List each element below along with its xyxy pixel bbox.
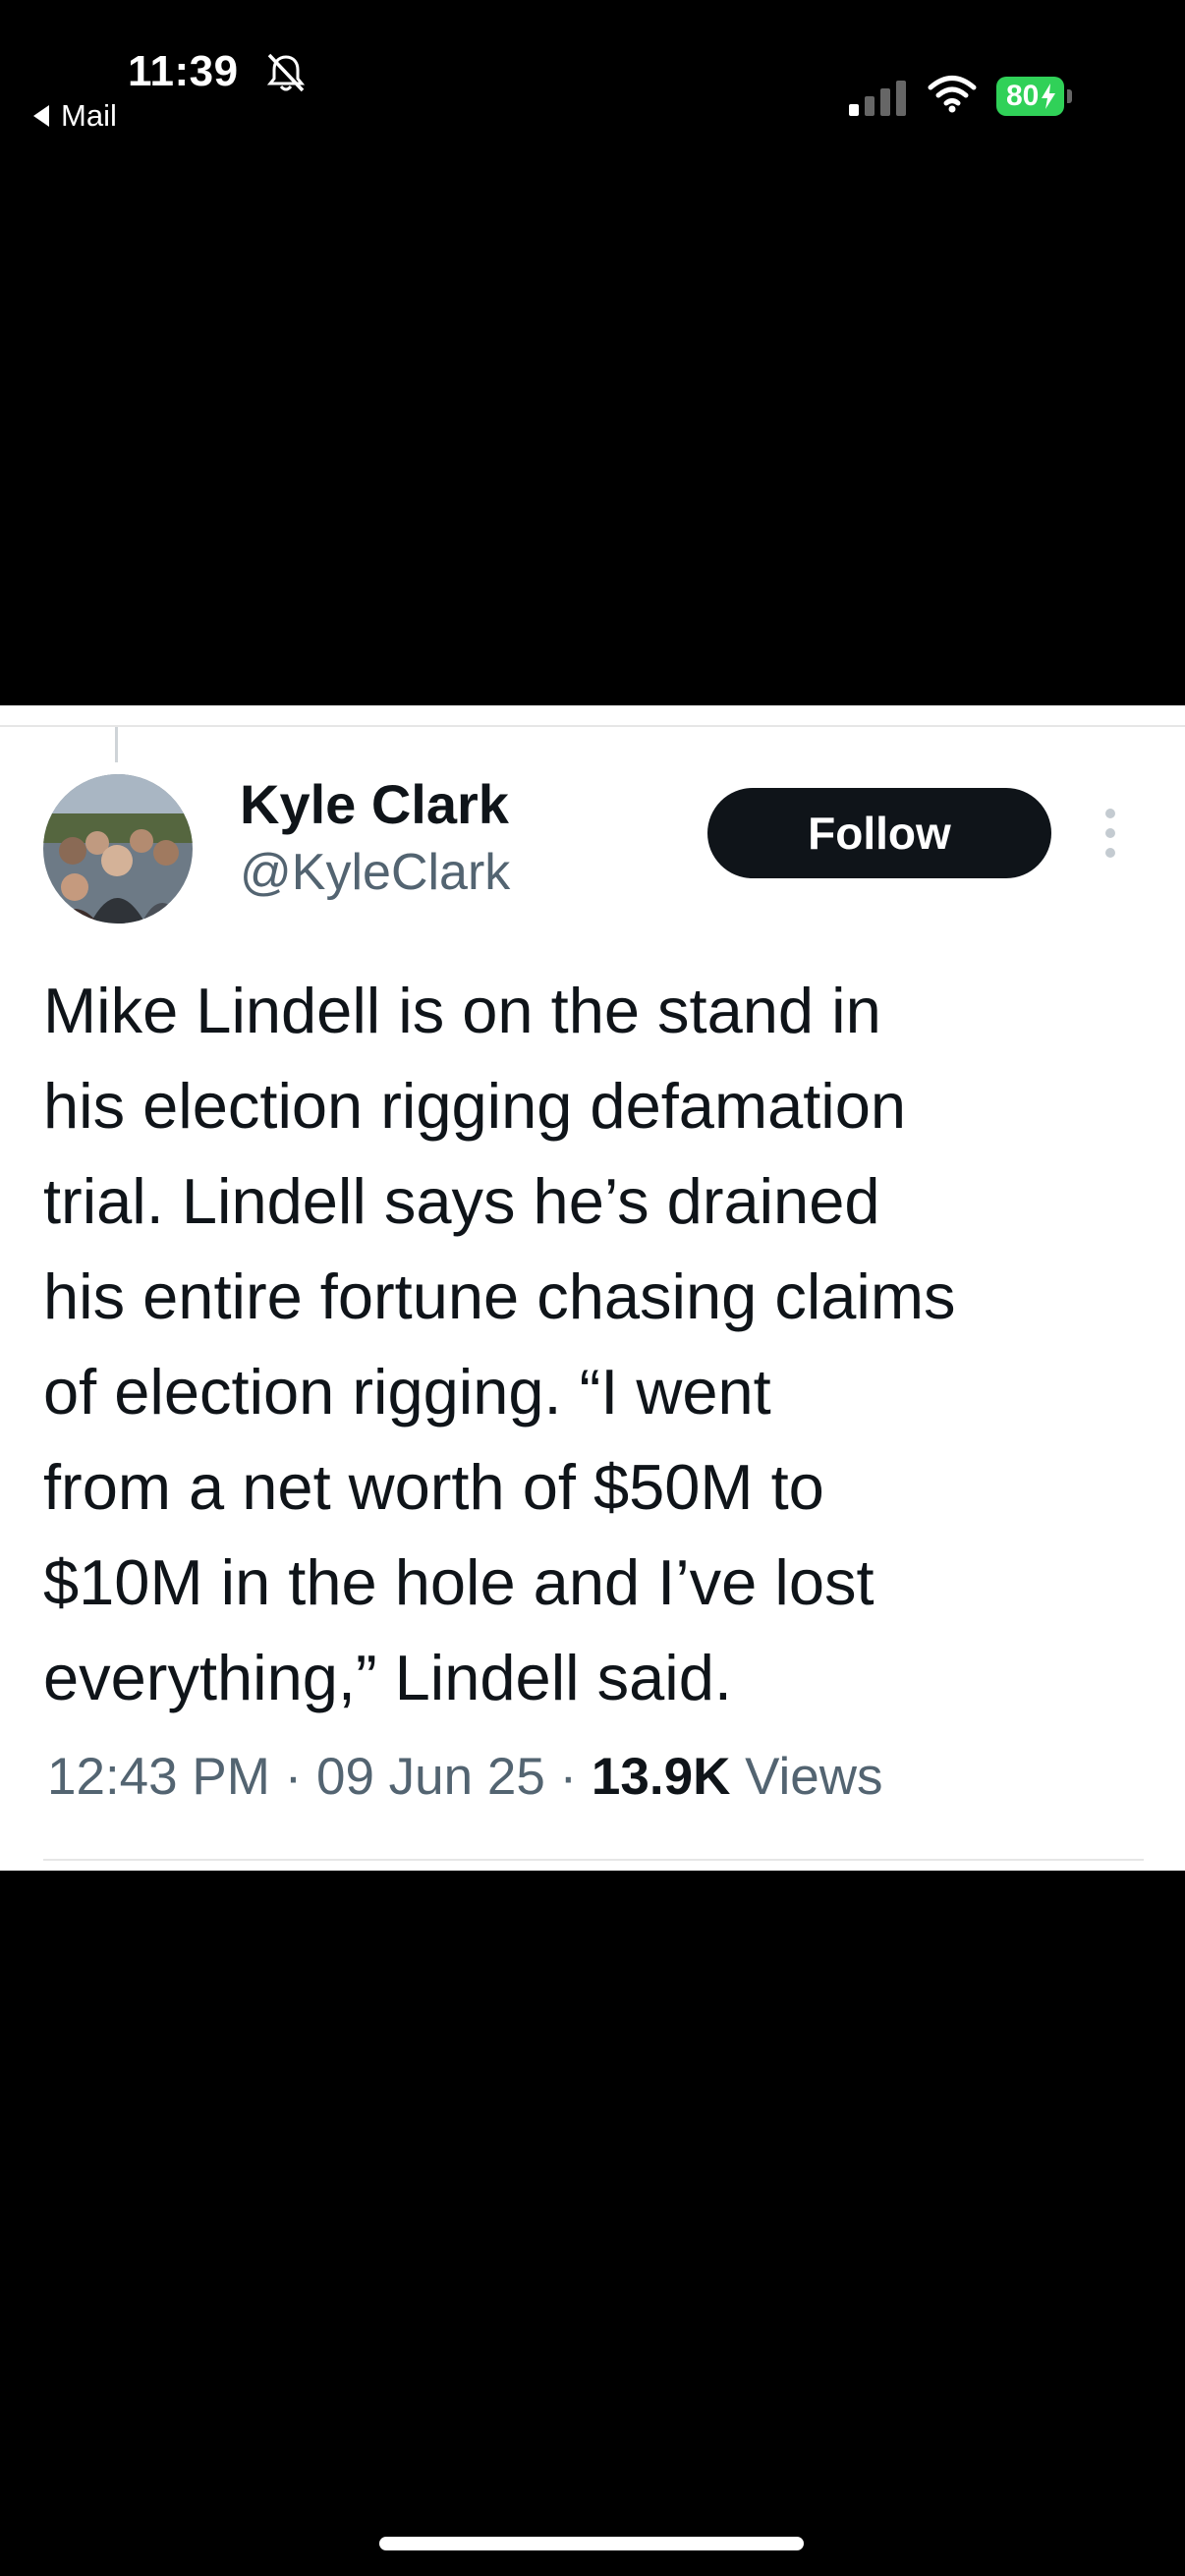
tweet-meta: 12:43 PM · 09 Jun 25 · 13.9K Views	[47, 1747, 883, 1807]
status-time: 11:39	[128, 47, 239, 95]
avatar[interactable]	[43, 774, 193, 924]
battery-indicator: 80	[996, 77, 1073, 116]
user-handle[interactable]: @KyleClark	[240, 843, 510, 902]
battery-level: 80	[1006, 80, 1040, 112]
meta-separator: ·	[284, 1748, 303, 1806]
meta-separator: ·	[559, 1748, 578, 1806]
battery-body: 80	[996, 77, 1065, 116]
tweet-text-line: his election rigging defamation	[43, 1070, 907, 1142]
views-count[interactable]: 13.9K	[592, 1748, 730, 1806]
battery-cap	[1067, 89, 1073, 103]
views-label: Views	[745, 1748, 883, 1806]
bell-slash-icon	[266, 53, 306, 92]
charging-bolt-icon	[1042, 84, 1056, 109]
back-label: Mail	[61, 98, 117, 133]
tweet-text-line: trial. Lindell says he’s drained	[43, 1165, 880, 1237]
cellular-signal-icon	[849, 81, 906, 116]
tweet-text-line: Mike Lindell is on the stand in	[43, 975, 881, 1046]
back-arrow-icon	[33, 105, 49, 127]
follow-button[interactable]: Follow	[707, 788, 1051, 878]
tweet-text-line: $10M in the hole and I’ve lost	[43, 1546, 875, 1618]
thread-connector	[115, 727, 118, 762]
tweet-text-line: from a net worth of $50M to	[43, 1451, 824, 1523]
tweet-text: Mike Lindell is on the stand in his elec…	[43, 963, 1163, 1725]
tweet-date[interactable]: 09 Jun 25	[316, 1748, 545, 1806]
tweet-text-line: his entire fortune chasing claims	[43, 1260, 956, 1332]
tweet-text-line: everything,” Lindell said.	[43, 1642, 732, 1713]
home-indicator[interactable]	[379, 2537, 804, 2550]
more-options-icon[interactable]	[1100, 804, 1120, 863]
wifi-icon	[928, 76, 977, 113]
tweet-card: Kyle Clark @KyleClark Follow Mike Lindel…	[0, 705, 1185, 1871]
tweet-text-line: of election rigging. “I went	[43, 1356, 771, 1428]
back-to-mail-button[interactable]: Mail	[33, 98, 117, 134]
divider	[43, 1859, 1144, 1861]
tweet-time[interactable]: 12:43 PM	[47, 1748, 270, 1806]
status-bar: 11:39 Mail 80	[0, 0, 1185, 147]
display-name[interactable]: Kyle Clark	[240, 772, 509, 836]
divider	[0, 725, 1185, 727]
